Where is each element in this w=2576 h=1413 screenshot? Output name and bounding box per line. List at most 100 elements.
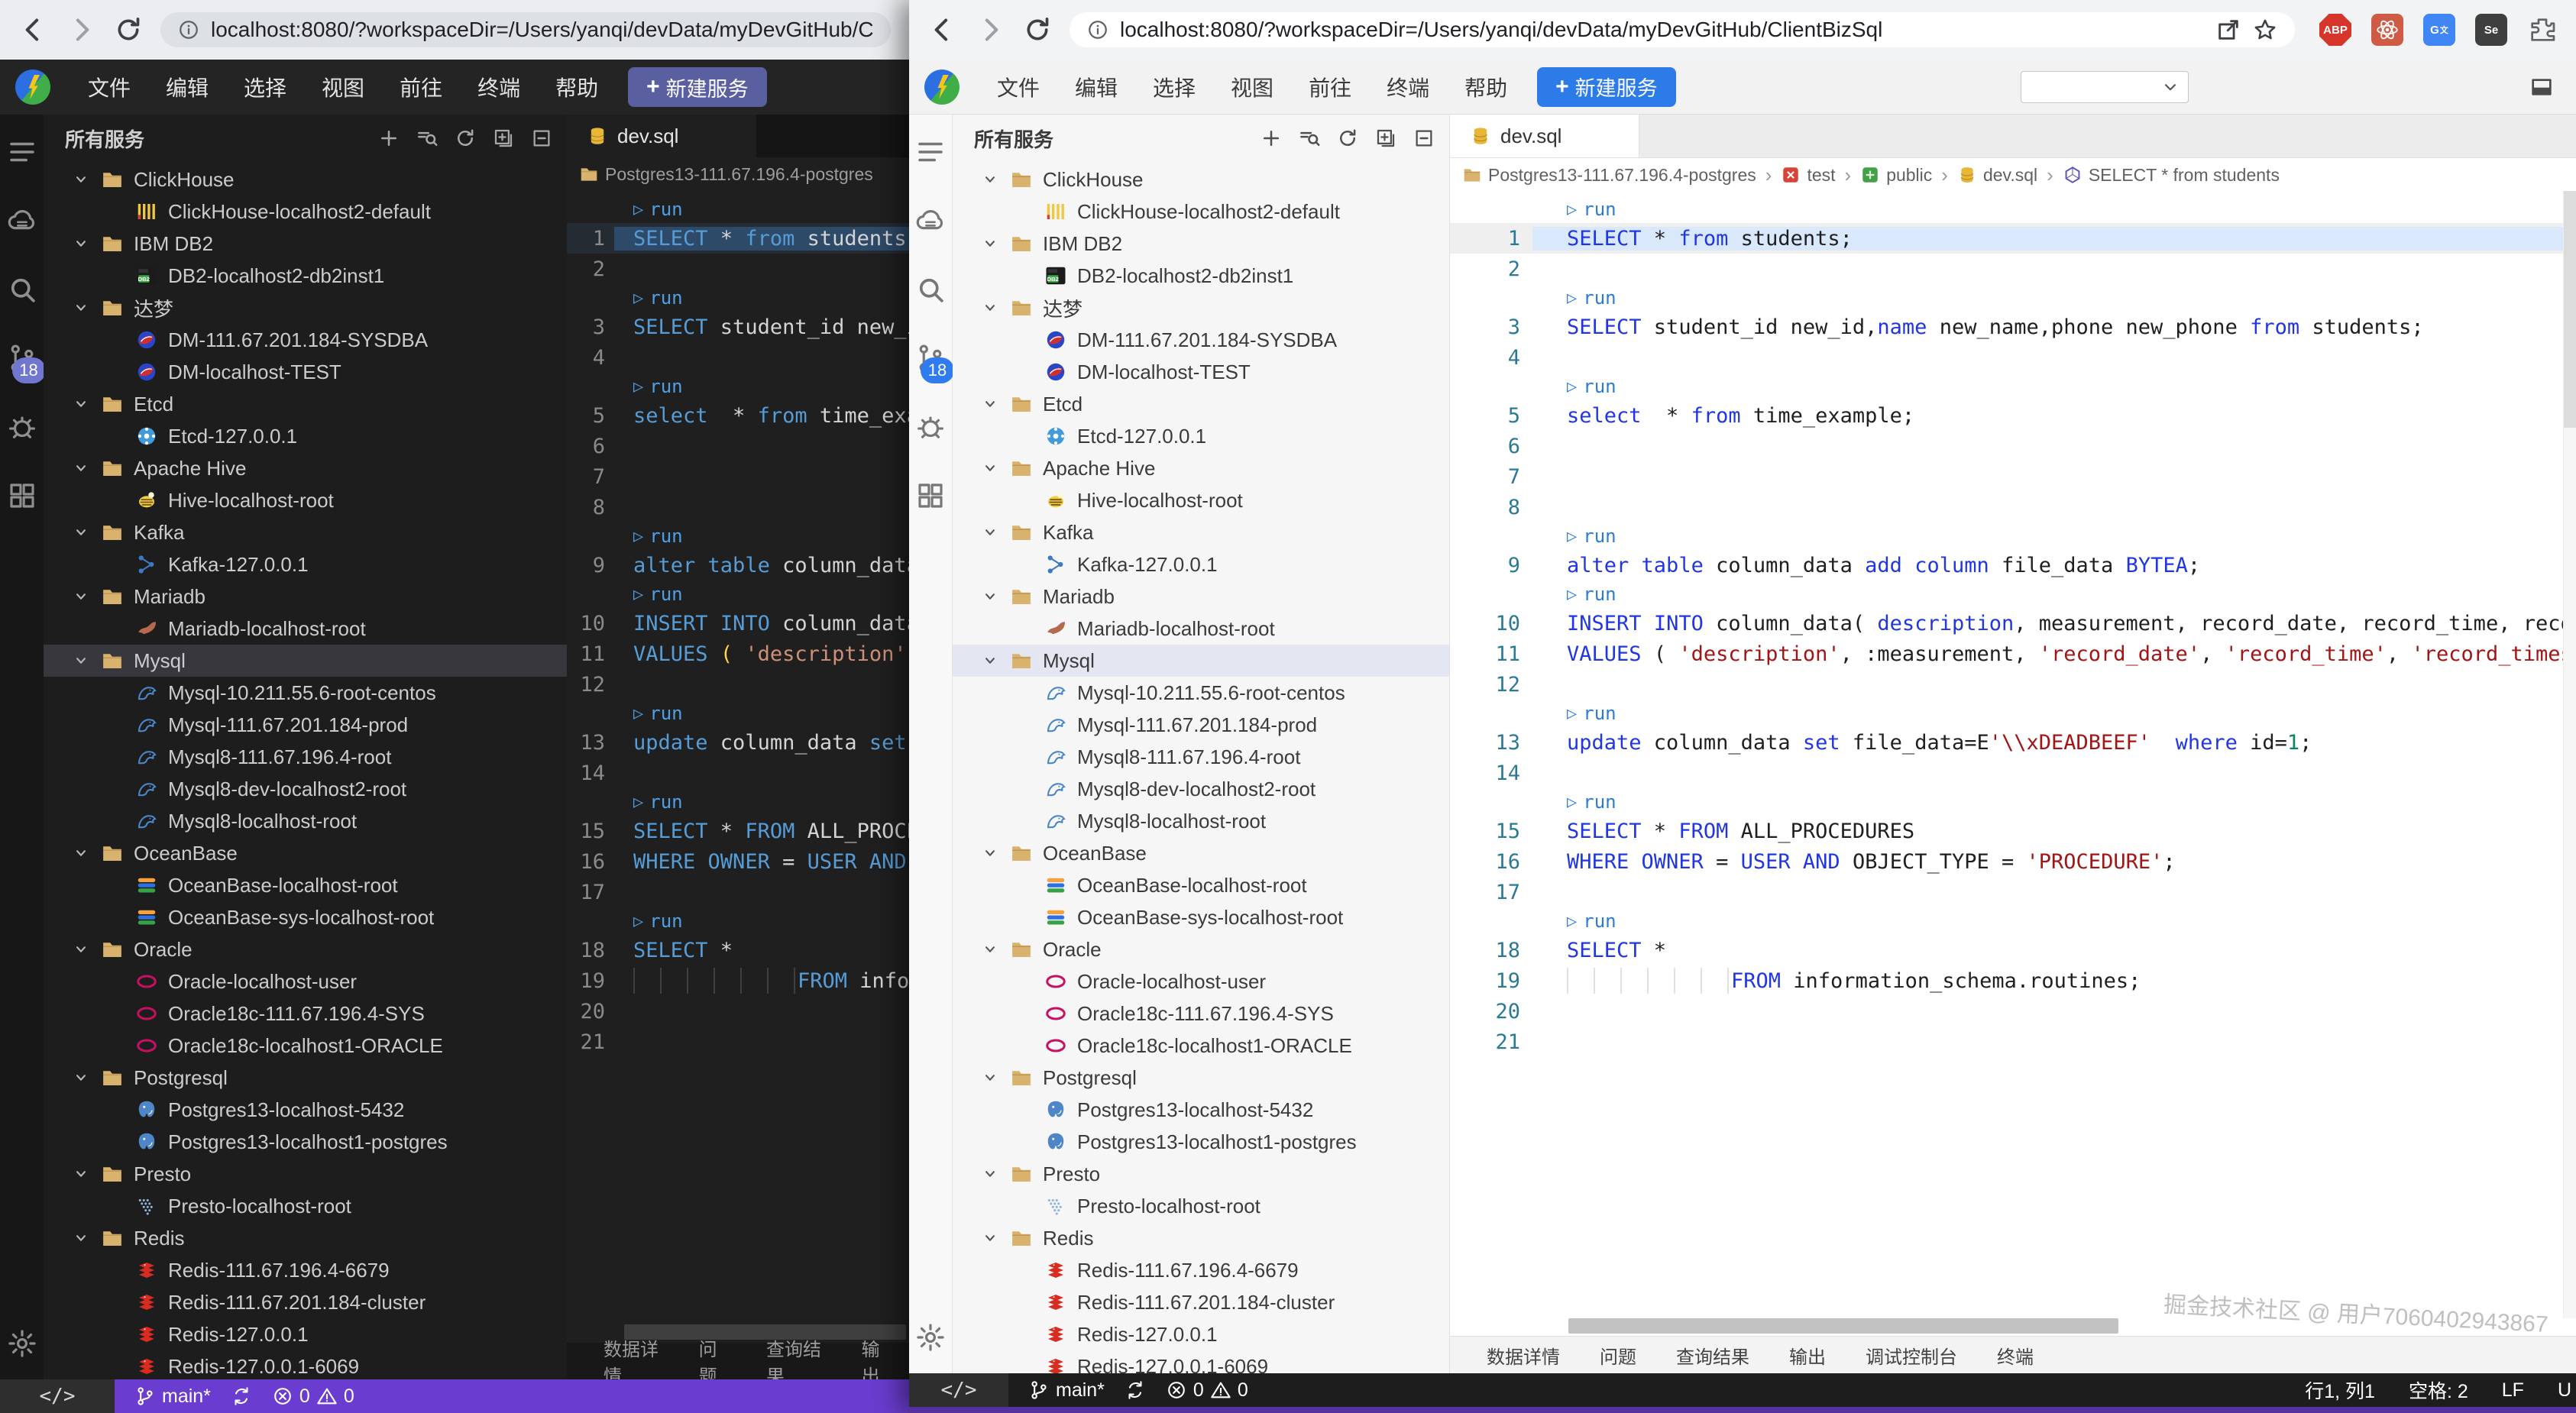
tree-group[interactable]: Etcd [44,388,567,420]
run-button[interactable]: ▷run [1567,376,1616,397]
tab-dev-sql[interactable]: dev.sql [1450,115,1639,157]
browser-forward-icon[interactable] [975,15,1005,45]
tree-item[interactable]: Etcd-127.0.0.1 [44,420,567,452]
tree-group[interactable]: Oracle [44,933,567,965]
panel-tab[interactable]: 数据详情 [1467,1342,1580,1369]
code-line[interactable]: 13update column_data set file_data=E'\\x… [1450,727,2576,758]
tree-group[interactable]: Presto [953,1158,1449,1190]
open-new-window-icon[interactable] [492,127,515,150]
code-line[interactable]: 6 [567,431,909,461]
panel-tab[interactable]: 调试控制台 [1846,1342,1977,1369]
panel-tab[interactable]: 数据详情 [584,1334,679,1379]
tree-group[interactable]: Etcd [953,388,1449,420]
tree-item[interactable]: DB2DB2-localhost2-db2inst1 [953,260,1449,292]
extensions-puzzle-icon[interactable] [2527,15,2558,45]
code-line[interactable]: 16WHERE OWNER = USER AND OBJECT_TYPE = '… [1450,846,2576,877]
refresh-icon[interactable] [454,127,477,150]
encoding[interactable]: U [2558,1379,2571,1402]
google-translate-icon[interactable]: G文 [2423,14,2455,46]
run-button[interactable]: ▷run [633,703,683,724]
code-line[interactable]: 14 [567,758,909,788]
menu-item[interactable]: 编辑 [148,72,226,102]
react-devtools-icon[interactable] [2371,14,2403,46]
url-text[interactable]: localhost:8080/?workspaceDir=/Users/yanq… [211,18,874,42]
code-line[interactable]: 14 [1450,758,2576,788]
menu-item[interactable]: 前往 [382,72,460,102]
code-line[interactable]: 1SELECT * from students; [567,223,909,254]
tree-item[interactable]: DM-localhost-TEST [44,356,567,388]
tree-group[interactable]: Redis [44,1222,567,1254]
tree-group[interactable]: OceanBase [44,837,567,869]
extensions-icon[interactable] [6,480,38,512]
tree-item[interactable]: Mysql-111.67.201.184-prod [953,709,1449,741]
code-line[interactable]: 18SELECT * [1450,935,2576,965]
tree-item[interactable]: Redis-111.67.201.184-cluster [44,1286,567,1318]
open-external-icon[interactable] [2215,17,2241,43]
run-button[interactable]: ▷run [633,287,683,309]
code-line[interactable]: 21 [1450,1027,2576,1057]
tree-group[interactable]: ClickHouse [953,163,1449,196]
code-editor[interactable]: ▷run1SELECT * from students;2▷run3SELECT… [1450,191,2576,1318]
tree-item[interactable]: Redis-127.0.0.1 [44,1318,567,1350]
tree-item[interactable]: Oracle18c-localhost1-ORACLE [44,1030,567,1062]
services-panel-icon[interactable] [6,136,38,168]
browser-forward-icon[interactable] [66,15,96,45]
remote-indicator[interactable]: </> [0,1379,115,1413]
tree-group[interactable]: 达梦 [44,292,567,324]
run-button[interactable]: ▷run [633,584,683,605]
code-line[interactable]: 8 [567,492,909,522]
tree-group[interactable]: Kafka [953,516,1449,548]
panel-tab[interactable]: 问题 [679,1334,746,1379]
tree-item[interactable]: Redis-127.0.0.1-6069 [44,1350,567,1379]
add-service-icon[interactable] [1260,127,1283,150]
tree-group[interactable]: Mysql [44,645,567,677]
code-line[interactable]: 8 [1450,492,2576,522]
code-line[interactable]: 9alter table column_data add column file… [1450,550,2576,580]
source-control-icon[interactable]: 18 [6,342,38,374]
code-line[interactable]: 1SELECT * from students; [1450,223,2576,254]
new-service-button[interactable]: + 新建服务 [1537,67,1676,107]
tree-group[interactable]: Oracle [953,933,1449,965]
menu-item[interactable]: 视图 [304,72,382,102]
run-button[interactable]: ▷run [633,376,683,397]
problems-status[interactable]: 0 0 [272,1386,354,1408]
address-bar[interactable]: localhost:8080/?workspaceDir=/Users/yanq… [160,12,891,47]
tree-group[interactable]: OceanBase [953,837,1449,869]
code-line[interactable]: 20 [567,996,909,1027]
tree-item[interactable]: ClickHouse-localhost2-default [953,196,1449,228]
run-button[interactable]: ▷run [1567,287,1616,309]
source-control-icon[interactable]: 18 [914,342,947,374]
run-button[interactable]: ▷run [633,791,683,813]
tree-item[interactable]: Presto-localhost-root [44,1190,567,1222]
tree-item[interactable]: Redis-111.67.196.4-6679 [953,1254,1449,1286]
cloud-server-icon[interactable] [914,205,947,237]
panel-tab[interactable]: 终端 [1977,1342,2053,1369]
new-service-button[interactable]: + 新建服务 [628,67,767,107]
tree-item[interactable]: Mysql8-111.67.196.4-root [44,741,567,773]
code-line[interactable]: 16WHERE OWNER = USER AND OBJECT_TYPE = '… [567,846,909,877]
code-line[interactable]: 15SELECT * FROM ALL_PROCEDURES [1450,816,2576,846]
tree-item[interactable]: Kafka-127.0.0.1 [953,548,1449,580]
code-line[interactable]: 9alter table column_data add column file… [567,550,909,580]
tree-item[interactable]: Hive-localhost-root [953,484,1449,516]
code-line[interactable]: 12 [1450,669,2576,700]
tree-item[interactable]: Kafka-127.0.0.1 [44,548,567,580]
code-line[interactable]: 7 [1450,461,2576,492]
breadcrumb-item[interactable]: test [1781,165,1835,186]
code-line[interactable]: 5select * from time_example; [1450,400,2576,431]
tree-item[interactable]: Mysql-111.67.201.184-prod [44,709,567,741]
debug-icon[interactable] [6,411,38,443]
settings-gear-icon[interactable] [6,1327,38,1360]
run-button[interactable]: ▷run [1567,910,1616,932]
code-line[interactable]: 18SELECT * [567,935,909,965]
code-line[interactable]: 2 [567,254,909,284]
tree-item[interactable]: Mysql-10.211.55.6-root-centos [44,677,567,709]
breadcrumb-item[interactable]: SELECT * from students [2063,165,2280,186]
code-line[interactable]: 4 [567,342,909,373]
tree-item[interactable]: Etcd-127.0.0.1 [953,420,1449,452]
run-button[interactable]: ▷run [1567,584,1616,605]
tree-group[interactable]: Mariadb [953,580,1449,613]
run-button[interactable]: ▷run [633,525,683,547]
breadcrumb-item[interactable]: Postgres13-111.67.196.4-postgres [579,164,873,185]
extensions-icon[interactable] [914,480,947,512]
